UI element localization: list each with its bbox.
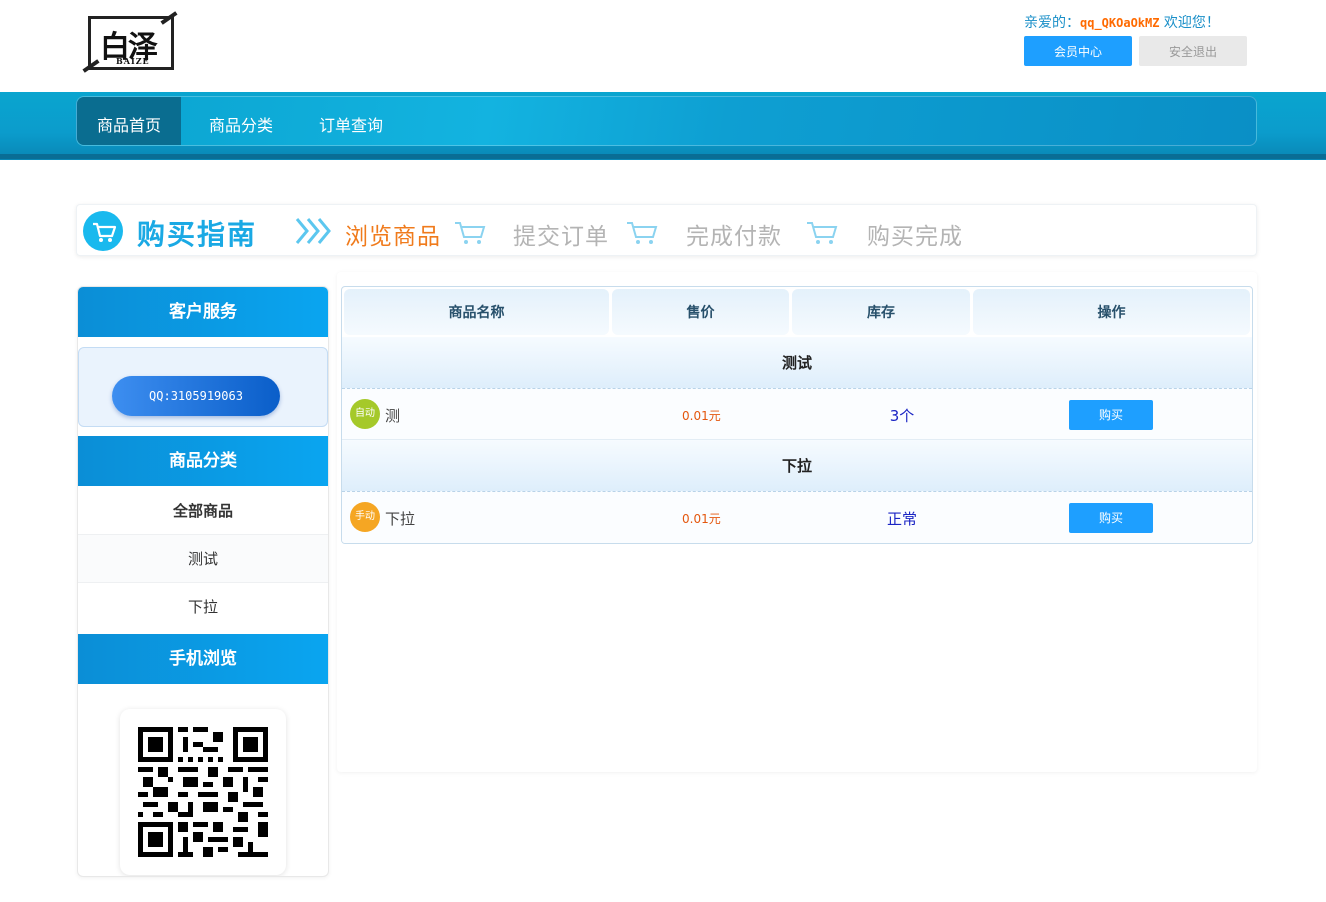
- product-table: 商品名称 售价 库存 操作 测试 自动 测 0.01元 3个 购买 下拉 手动 …: [341, 286, 1253, 544]
- nav-item-orders[interactable]: 订单查询: [299, 97, 403, 145]
- category-item-all[interactable]: 全部商品: [78, 487, 328, 535]
- category-item-dropdown[interactable]: 下拉: [78, 583, 328, 631]
- guide-title: 购买指南: [137, 218, 258, 251]
- qq-box: QQ:3105919063: [78, 347, 328, 427]
- category-title: 商品分类: [78, 436, 328, 486]
- nav-item-categories[interactable]: 商品分类: [189, 97, 293, 145]
- nav-item-home[interactable]: 商品首页: [77, 97, 181, 145]
- buy-button[interactable]: 购买: [1069, 503, 1153, 533]
- header-price: 售价: [612, 289, 789, 335]
- sidebar: 客户服务 QQ:3105919063 商品分类 全部商品 测试 下拉 手机浏览: [77, 286, 329, 877]
- logout-button[interactable]: 安全退出: [1139, 36, 1247, 66]
- product-name: 测: [385, 407, 401, 425]
- cart-icon: [455, 222, 486, 244]
- qq-contact-button[interactable]: QQ:3105919063: [112, 376, 280, 416]
- product-price: 0.01元: [682, 409, 721, 423]
- manual-badge: 手动: [350, 502, 380, 532]
- arrows-icon: [295, 218, 331, 244]
- nav-band-line: [0, 154, 1326, 159]
- cart-icon: [627, 222, 658, 244]
- product-stock: 正常: [886, 510, 917, 528]
- guide-step-complete: 购买完成: [867, 224, 963, 250]
- group-header-dropdown: 下拉: [342, 440, 1252, 492]
- guide-step-pay: 完成付款: [686, 224, 782, 250]
- header-stock: 库存: [792, 289, 970, 335]
- product-name: 下拉: [385, 510, 416, 528]
- table-row: 手动 下拉 0.01元 正常 购买: [342, 492, 1252, 543]
- auto-badge: 自动: [350, 399, 380, 429]
- username: qq_QKOaOkMZ: [1080, 16, 1160, 30]
- header-action: 操作: [973, 289, 1250, 335]
- product-stock: 3个: [889, 407, 915, 425]
- guide-step-submit: 提交订单: [513, 224, 609, 250]
- table-row: 自动 测 0.01元 3个 购买: [342, 389, 1252, 440]
- buy-button[interactable]: 购买: [1069, 400, 1153, 430]
- member-center-button[interactable]: 会员中心: [1024, 36, 1132, 66]
- welcome-text: 亲爱的：qq_QKOaOkMZ 欢迎您！: [1024, 12, 1220, 32]
- service-title: 客户服务: [78, 287, 328, 337]
- header-product-name: 商品名称: [344, 289, 609, 335]
- purchase-guide: 购买指南 浏览商品 提交订单 完成付款 购买完成: [76, 204, 1257, 256]
- welcome-prefix: 亲爱的：: [1024, 15, 1080, 31]
- main-nav: 商品首页 商品分类 订单查询: [76, 96, 1257, 146]
- logo[interactable]: 白泽 BAIZE: [82, 11, 180, 74]
- cart-icon: [807, 222, 838, 244]
- mobile-title: 手机浏览: [78, 634, 328, 684]
- group-header-test: 测试: [342, 337, 1252, 389]
- welcome-suffix: 欢迎您！: [1159, 15, 1220, 31]
- logo-subtitle: BAIZE: [116, 56, 150, 66]
- product-price: 0.01元: [682, 512, 721, 526]
- header: 白泽 BAIZE 亲爱的：qq_QKOaOkMZ 欢迎您！ 会员中心 安全退出: [0, 0, 1326, 92]
- cart-circle-icon: [83, 211, 123, 251]
- qr-code-icon: [138, 727, 268, 857]
- guide-step-browse: 浏览商品: [345, 224, 441, 250]
- category-item-test[interactable]: 测试: [78, 535, 328, 583]
- qr-code-card: [120, 709, 286, 875]
